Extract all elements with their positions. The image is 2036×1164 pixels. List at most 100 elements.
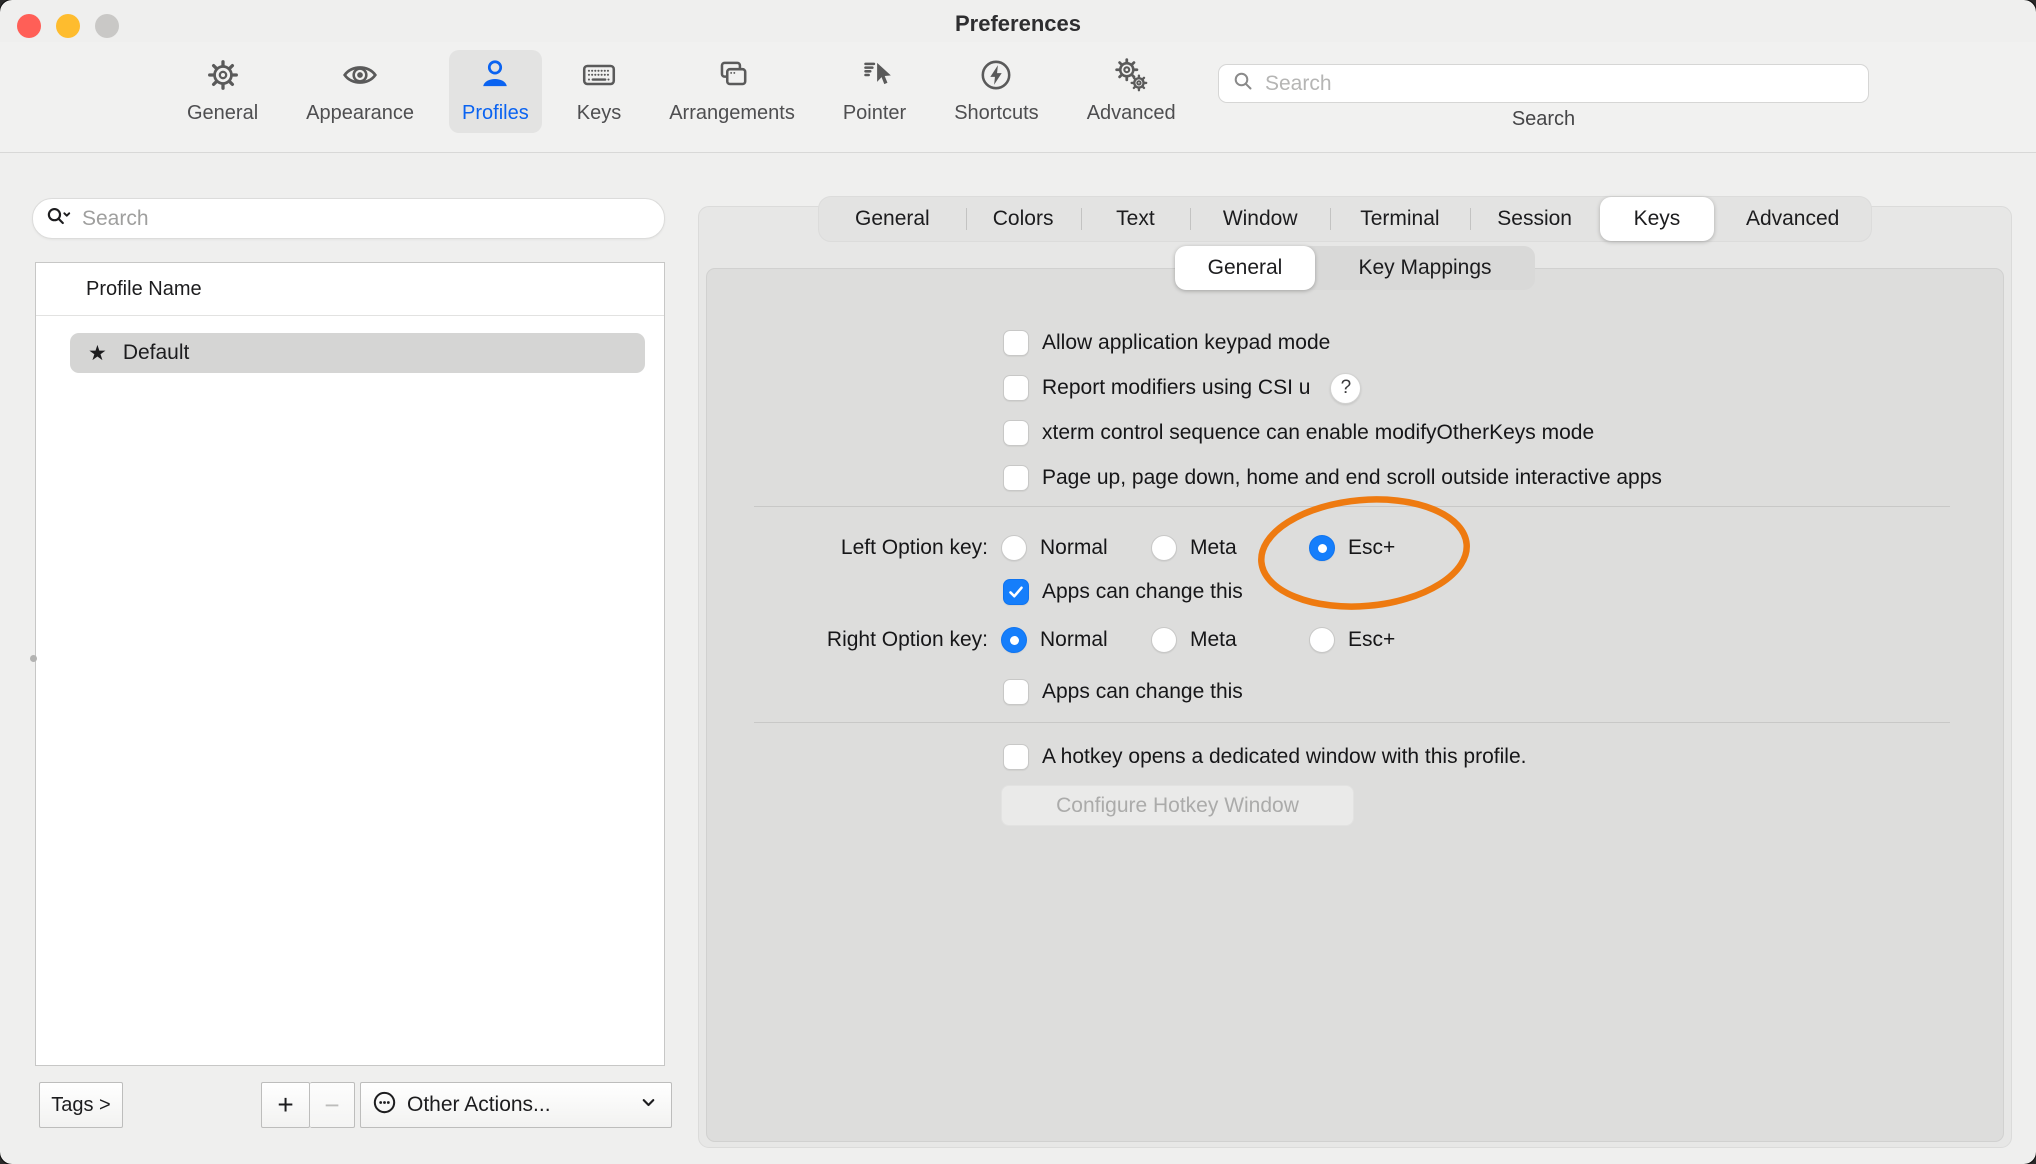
bolt-circle-icon [977,56,1015,99]
tab-label: Session [1497,207,1572,231]
radio-right-esc[interactable] [1309,627,1335,653]
tab-advanced[interactable]: Advanced [1714,197,1871,241]
toolbar-search-input[interactable] [1263,71,1856,97]
remove-profile-button[interactable]: − [310,1082,355,1128]
tab-text[interactable]: Text [1081,197,1191,241]
tab-label: Keys [1634,207,1681,231]
preferences-window: Preferences General Appearance Profiles … [0,0,2036,1164]
subtab-label: General [1208,256,1283,280]
tab-label: Terminal [1360,207,1439,231]
tab-session[interactable]: Session [1470,197,1600,241]
checkbox-scroll-outside[interactable] [1003,465,1029,491]
radio-left-meta[interactable] [1151,535,1177,561]
tab-keys[interactable]: Keys [1600,197,1715,241]
toolbar: General Appearance Profiles Keys Arrange… [0,42,2036,153]
checkbox-label[interactable]: A hotkey opens a dedicated window with t… [1042,745,1526,769]
radio-label[interactable]: Esc+ [1348,628,1395,652]
gears-icon [1112,56,1150,99]
other-actions-dropdown[interactable]: Other Actions... [360,1082,672,1128]
radio-label[interactable]: Meta [1190,536,1237,560]
toolbar-item-label: Appearance [306,102,414,125]
checkbox-label[interactable]: Allow application keypad mode [1042,331,1330,355]
radio-option: Meta [1151,531,1237,565]
tab-label: General [855,207,930,231]
keyboard-icon [580,56,618,99]
toolbar-item-general[interactable]: General [174,50,271,133]
help-button[interactable]: ? [1330,373,1361,404]
windows-icon [713,56,751,99]
gear-icon [204,56,242,99]
other-actions-label: Other Actions... [407,1093,631,1117]
profile-row-default[interactable]: ★ Default [70,333,645,373]
checkbox-right-apps-can-change[interactable] [1003,679,1029,705]
checkbox-csi-u[interactable] [1003,375,1029,401]
configure-hotkey-window-button[interactable]: Configure Hotkey Window [1001,785,1354,826]
toolbar-item-arrangements[interactable]: Arrangements [656,50,808,133]
subtab-general[interactable]: General [1175,246,1315,290]
radio-label[interactable]: Esc+ [1348,536,1395,560]
checkbox-row: Page up, page down, home and end scroll … [1003,461,1662,495]
toolbar-search-field[interactable] [1218,64,1869,103]
tab-window[interactable]: Window [1190,197,1330,241]
toolbar-item-profiles[interactable]: Profiles [449,50,542,133]
toolbar-item-pointer[interactable]: Pointer [830,50,919,133]
cursor-icon [856,56,894,99]
left-option-key-label: Left Option key: [688,536,988,560]
profile-search-field[interactable] [32,198,665,239]
checkbox-label[interactable]: xterm control sequence can enable modify… [1042,421,1594,445]
toolbar-items: General Appearance Profiles Keys Arrange… [174,50,1189,133]
search-icon [1231,69,1255,98]
tab-colors[interactable]: Colors [966,197,1081,241]
tab-terminal[interactable]: Terminal [1330,197,1470,241]
radio-left-esc[interactable] [1309,535,1335,561]
subtab-label: Key Mappings [1358,256,1491,280]
checkbox-row: Apps can change this [1003,575,1243,609]
toolbar-item-appearance[interactable]: Appearance [293,50,427,133]
radio-left-normal[interactable] [1001,535,1027,561]
radio-label[interactable]: Meta [1190,628,1237,652]
checkbox-modify-other-keys[interactable] [1003,420,1029,446]
profile-list: Profile Name ★ Default [35,262,665,1066]
tab-general[interactable]: General [819,197,966,241]
checkbox-label[interactable]: Report modifiers using CSI u [1042,376,1310,400]
toolbar-item-label: Advanced [1087,102,1176,125]
radio-option: Meta [1151,623,1237,657]
radio-right-normal[interactable] [1001,627,1027,653]
checkbox-hotkey-window[interactable] [1003,744,1029,770]
add-profile-button[interactable]: + [261,1082,310,1128]
radio-label[interactable]: Normal [1040,536,1108,560]
checkbox-label[interactable]: Apps can change this [1042,580,1243,604]
window-title: Preferences [0,11,2036,37]
radio-right-meta[interactable] [1151,627,1177,653]
checkbox-left-apps-can-change[interactable] [1003,579,1029,605]
tab-label: Advanced [1746,207,1839,231]
profile-search-input[interactable] [80,206,652,232]
search-filter-icon [45,205,72,232]
split-handle-dot[interactable] [30,655,37,662]
checkbox-row: A hotkey opens a dedicated window with t… [1003,740,1526,774]
profile-section-tabs: General Colors Text Window Terminal Sess… [818,196,1872,242]
checkbox-row: Allow application keypad mode [1003,326,1330,360]
eye-icon [341,56,379,99]
radio-option: Normal [1001,623,1108,657]
toolbar-item-label: General [187,102,258,125]
checkbox-row: xterm control sequence can enable modify… [1003,416,1594,450]
ellipsis-circle-icon [371,1089,398,1122]
radio-option: Esc+ [1309,531,1395,565]
checkbox-label[interactable]: Page up, page down, home and end scroll … [1042,466,1662,490]
toolbar-item-label: Profiles [462,102,529,125]
tags-button[interactable]: Tags > [39,1082,123,1128]
add-remove-group: + − [261,1082,355,1128]
tab-label: Colors [993,207,1054,231]
toolbar-item-keys[interactable]: Keys [564,50,634,133]
checkbox-keypad-mode[interactable] [1003,330,1029,356]
checkbox-label[interactable]: Apps can change this [1042,680,1243,704]
keys-subtabs: General Key Mappings [1175,246,1535,290]
subtab-key-mappings[interactable]: Key Mappings [1315,246,1535,290]
divider [754,506,1950,507]
toolbar-item-shortcuts[interactable]: Shortcuts [941,50,1051,133]
radio-label[interactable]: Normal [1040,628,1108,652]
toolbar-item-advanced[interactable]: Advanced [1074,50,1189,133]
divider [754,722,1950,723]
profile-name: Default [123,341,190,365]
